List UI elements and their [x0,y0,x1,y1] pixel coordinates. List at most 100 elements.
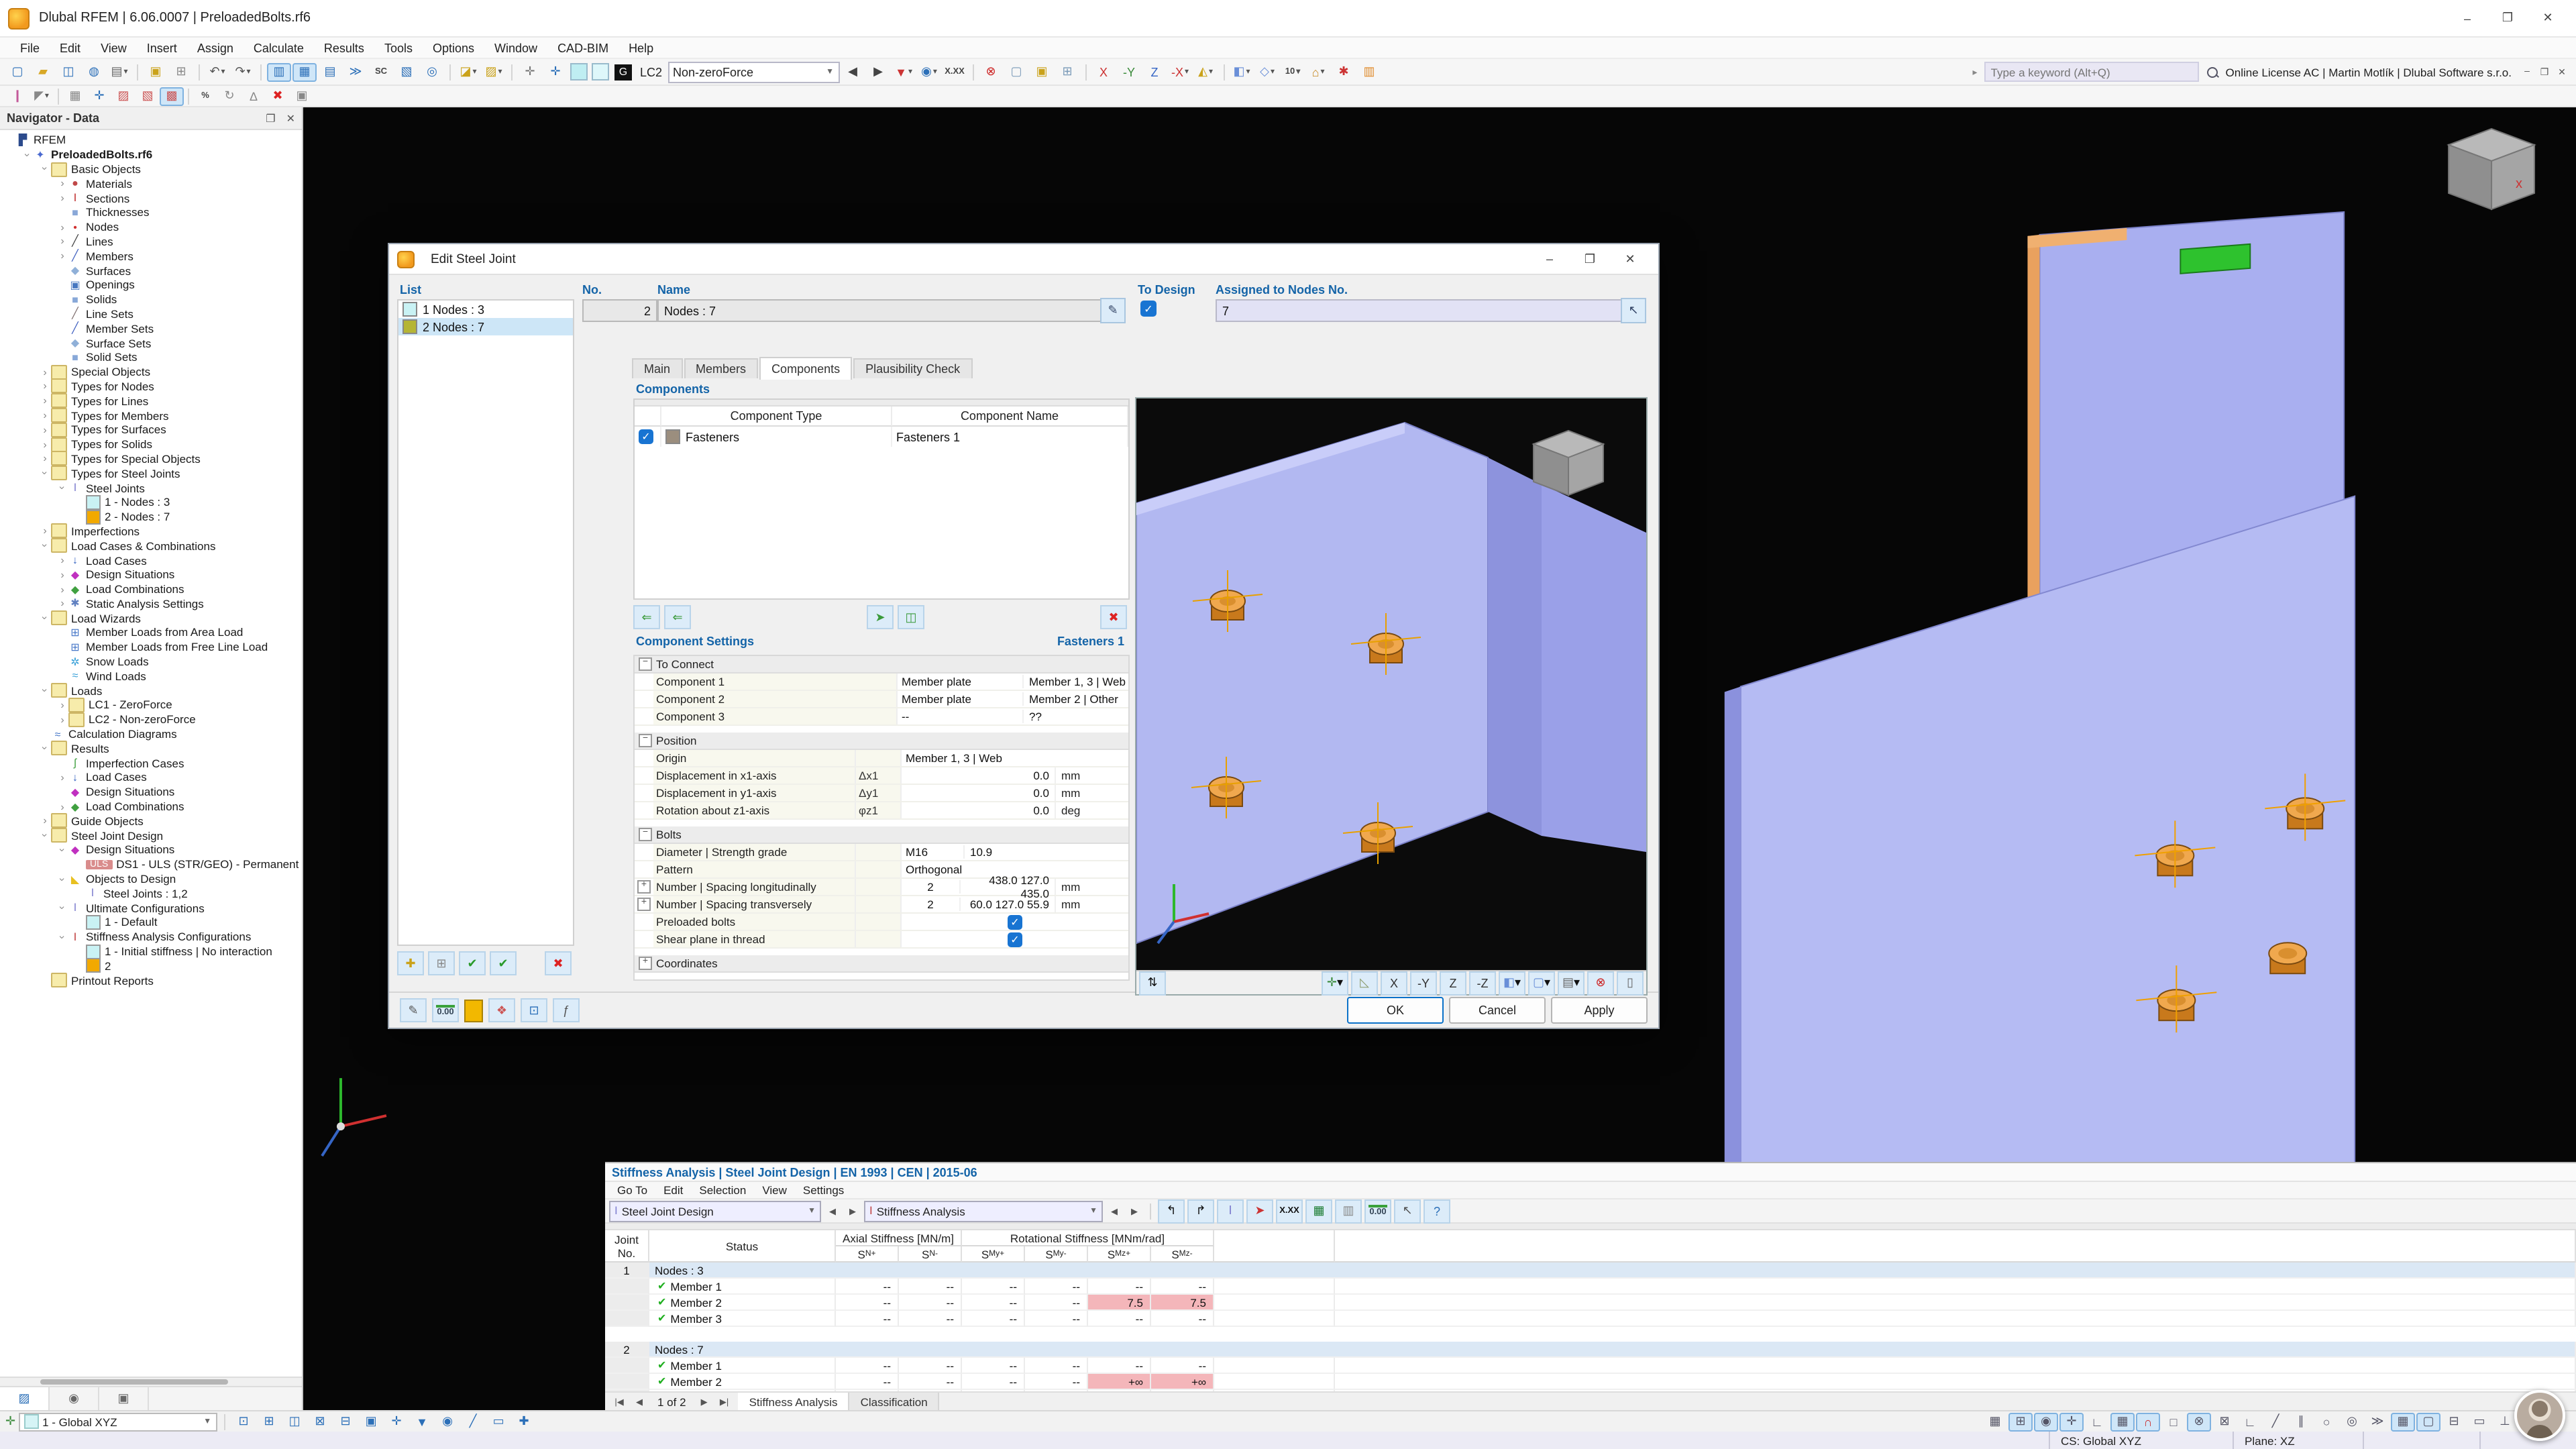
print-icon[interactable]: ▤ ▾ [107,62,131,81]
settings-row[interactable]: Shear plane in thread ✓ [635,931,1128,949]
results-tab-stiffness-analysis[interactable]: Stiffness Analysis [738,1393,850,1410]
tree-expander-icon[interactable]: › [39,453,51,465]
results-menu-settings[interactable]: Settings [796,1183,851,1197]
expander-icon[interactable]: + [637,880,651,894]
tab-components[interactable]: Components [759,357,853,380]
monitor-icon[interactable]: ⊡ [521,998,547,1022]
tree-item[interactable]: ✲ Snow Loads [0,654,302,669]
tree-item[interactable]: › ↓ Load Cases [0,770,302,785]
tree-item[interactable]: › ✱ Static Analysis Settings [0,596,302,611]
snap-option-icon[interactable]: □ [2161,1412,2186,1431]
navigation-cube[interactable] [1532,429,1605,496]
tree-item[interactable]: › Special Objects [0,364,302,380]
settings-row[interactable]: Displacement in x1-axis Δx1 0.0 mm [635,767,1128,785]
ok-button[interactable]: OK [1347,997,1444,1024]
edit-tool-icon[interactable]: ⊟ [333,1412,358,1431]
tree-item[interactable]: › LC2 - Non-zeroForce [0,712,302,727]
tree-item[interactable]: › Load Wizards [0,610,302,626]
navigator-toggle-icon[interactable]: ▥ [267,62,291,81]
settings-group-header[interactable]: + Coordinates [635,955,1128,973]
settings-row[interactable]: Diameter | Strength grade M16 10.9 [635,844,1128,861]
tree-item[interactable]: ULSDS1 - ULS (STR/GEO) - Permanent and t… [0,857,302,872]
solid-display-icon[interactable]: ◧ ▾ [1230,62,1254,81]
tree-item[interactable]: › ◆ Load Combinations [0,799,302,814]
clipping-icon[interactable]: ◉ ▾ [917,62,941,81]
results-menu-view[interactable]: View [755,1183,794,1197]
new-model-icon[interactable]: ▢ [5,62,30,81]
tree-item[interactable]: › ╱ Lines [0,234,302,249]
delete-joint-icon[interactable]: ✖ [545,951,572,975]
tree-item[interactable]: › Loads [0,683,302,698]
tree-expander-icon[interactable]: › [39,612,51,624]
check-all-icon[interactable]: ✔ [459,951,486,975]
edit-tool-icon[interactable]: ◉ [435,1412,460,1431]
sync-views-icon[interactable]: ⇅ [1139,971,1166,995]
tree-item[interactable]: › ↓ Load Cases [0,553,302,568]
tree-expander-icon[interactable]: › [56,844,68,856]
first-page-icon[interactable]: |◀ [610,1391,628,1411]
joint-group-row[interactable]: 2 Nodes : 7 [605,1342,2576,1358]
prev-loadcase-icon[interactable]: ◀ [841,62,865,81]
tree-item[interactable]: › Ⅰ Stiffness Analysis Configurations [0,930,302,945]
mirror-icon[interactable]: ∆ [241,87,266,105]
child-minimize-icon[interactable]: – [2518,64,2536,80]
window-close-icon[interactable]: ✕ [2528,5,2568,31]
last-page-icon[interactable]: ▶| [716,1391,733,1411]
select-in-table-icon[interactable]: ↖ [1394,1199,1421,1223]
move-component-down-icon[interactable]: ⇐ [664,605,691,629]
snap-option-icon[interactable]: ∟ [2085,1412,2109,1431]
box-add-icon[interactable]: ⊞ [1055,62,1079,81]
tree-item[interactable]: › Types for Nodes [0,378,302,394]
window-minimize-icon[interactable]: – [2447,5,2487,31]
dialog-minimize-icon[interactable]: – [1529,246,1570,272]
display-properties-icon[interactable]: ❖ [488,998,515,1022]
dialog-titlebar[interactable]: Edit Steel Joint – ❐ ✕ [389,244,1658,275]
formula-icon[interactable]: ƒ [553,998,580,1022]
cancel-button[interactable]: Cancel [1449,997,1546,1024]
result-prev-icon[interactable]: ◀ [1106,1201,1123,1221]
user-avatar[interactable] [2514,1390,2565,1441]
snap-grid-icon[interactable]: ✛ [543,62,568,81]
tab-plausibility-check[interactable]: Plausibility Check [853,358,973,378]
tree-expander-icon[interactable]: › [39,829,51,841]
tree-item[interactable]: Printout Reports [0,973,302,988]
work-plane-icon[interactable]: ◇ ▾ [1255,62,1279,81]
menu-edit[interactable]: Edit [50,40,90,56]
settings-group-header[interactable]: − Bolts [635,826,1128,844]
child-restore-icon[interactable]: ❐ [2536,64,2553,80]
tree-item[interactable]: ≈ Calculation Diagrams [0,727,302,741]
tree-item[interactable]: › Types for Special Objects [0,451,302,466]
snap-option-icon[interactable]: ▭ [2467,1412,2491,1431]
search-icon[interactable] [2206,65,2219,78]
table-icon[interactable]: ▤ [318,62,342,81]
tree-item[interactable]: ≈ Wind Loads [0,669,302,684]
cancel-icon[interactable]: ✖ [266,87,290,105]
delete-component-icon[interactable]: ✖ [1100,605,1127,629]
settings-row[interactable]: Origin Member 1, 3 | Web [635,750,1128,767]
results-menu-selection[interactable]: Selection [692,1183,753,1197]
edit-tool-icon[interactable]: ◫ [282,1412,307,1431]
member-row[interactable]: ✔ Member 1 -- -- -- -- -- -- [605,1358,2576,1374]
tree-expander-icon[interactable]: › [56,714,68,726]
tree-item[interactable]: 1 - Initial stiffness | No interaction [0,944,302,959]
tree-item[interactable]: › ◆ Design Situations [0,568,302,582]
tree-expander-icon[interactable]: › [39,163,51,175]
expander-icon[interactable]: + [637,898,651,911]
results-menu-edit[interactable]: Edit [657,1183,690,1197]
edit-tool-icon[interactable]: ⊠ [308,1412,332,1431]
snap-option-icon[interactable]: ▦ [2391,1412,2415,1431]
edit-tool-icon[interactable]: ▭ [486,1412,511,1431]
tree-expander-icon[interactable]: › [56,178,68,190]
menu-tools[interactable]: Tools [375,40,422,56]
settings-row[interactable]: Component 3 --?? [635,708,1128,726]
building-model-icon[interactable]: ⌂ ▾ [1306,62,1330,81]
wireframe-icon[interactable]: ▢ ▾ [1528,971,1555,995]
work-plane-xz-icon[interactable]: ▩ [160,87,184,105]
snap-option-icon[interactable]: ▦ [1983,1412,2007,1431]
expander-icon[interactable]: − [639,828,652,841]
new-joint-icon[interactable]: ✚ [397,951,424,975]
member-row[interactable]: ✔Member 3------------ [605,1311,2576,1327]
tree-item[interactable]: › Basic Objects [0,162,302,176]
edit-tool-icon[interactable]: ✚ [512,1412,536,1431]
tree-expander-icon[interactable]: › [39,438,51,450]
